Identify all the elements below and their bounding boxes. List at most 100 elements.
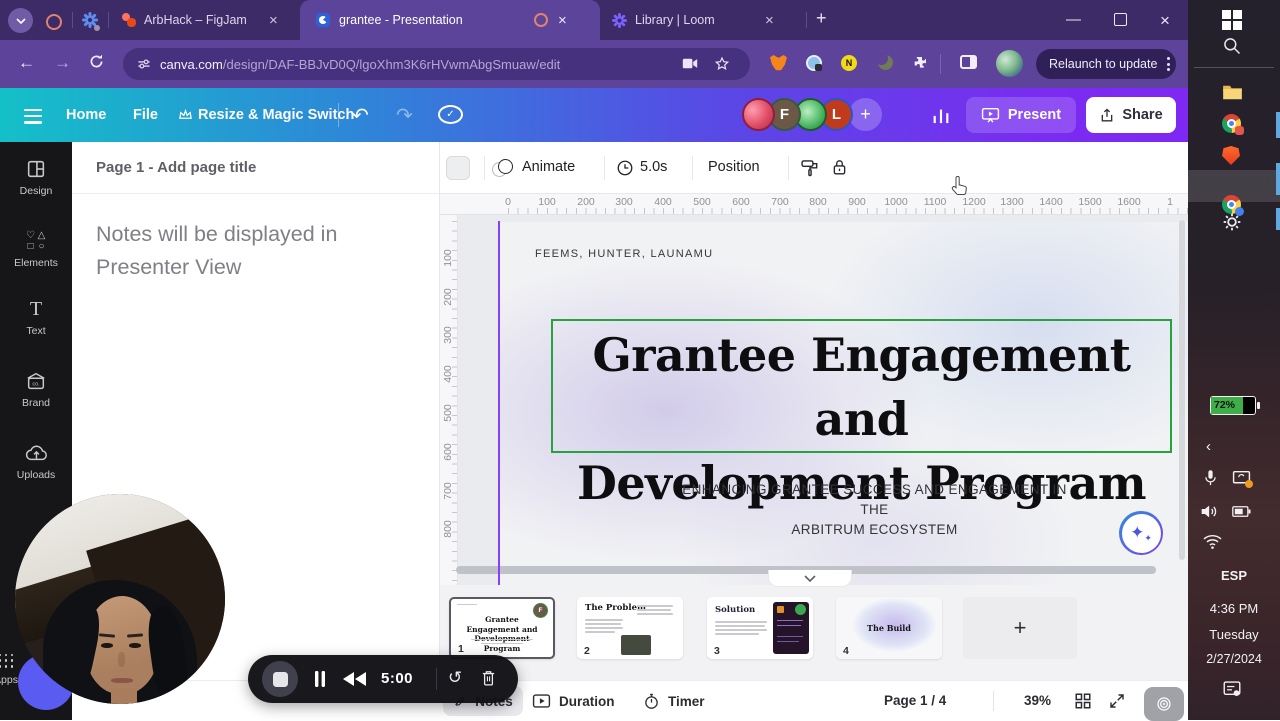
extension-fab[interactable] <box>1144 687 1184 721</box>
brave-icon[interactable] <box>1222 146 1240 165</box>
dark-mode-moon-icon[interactable] <box>875 52 893 70</box>
collapse-panel-tab[interactable] <box>768 570 852 587</box>
resize-magic-switch-menu[interactable]: Resize & Magic Switch <box>198 107 354 123</box>
forward-button[interactable]: → <box>54 53 71 73</box>
tray-expand-chevron[interactable]: ‹ <box>1206 438 1211 455</box>
tab-library-loom[interactable]: Library | Loom × <box>602 0 802 40</box>
file-explorer-icon[interactable] <box>1222 84 1243 101</box>
duration-icon <box>532 694 551 708</box>
notes-panel-header[interactable]: Page 1 - Add page title <box>72 142 439 194</box>
thumbnail-page-1[interactable]: F Grantee Engagement and Development Pro… <box>449 597 555 659</box>
page-duration-button[interactable]: 5.0s <box>640 159 667 175</box>
home-menu[interactable]: Home <box>66 107 106 123</box>
language-indicator[interactable]: ESP <box>1188 568 1280 583</box>
fab-icon <box>1157 697 1171 711</box>
reload-button[interactable] <box>88 53 105 70</box>
webcam-preview[interactable] <box>15 494 225 704</box>
duration-button[interactable]: Duration <box>532 686 615 716</box>
tab-grantee-presentation[interactable]: grantee - Presentation × <box>300 0 600 40</box>
stop-recording-button[interactable] <box>262 661 298 697</box>
sidebar-item-uploads[interactable]: Uploads <box>0 442 72 498</box>
window-restore-button[interactable] <box>1114 13 1127 26</box>
page-indicator[interactable]: Page 1 / 4 <box>884 693 946 708</box>
microphone-tray-icon[interactable] <box>1202 468 1219 488</box>
present-button[interactable]: Present <box>966 97 1076 133</box>
undo-icon[interactable]: ↶ <box>352 103 369 128</box>
notes-placeholder[interactable]: Notes will be displayed in Presenter Vie… <box>96 218 396 284</box>
relaunch-button[interactable]: Relaunch to update <box>1036 49 1176 79</box>
page-title-label[interactable]: Page 1 - Add page title <box>96 159 256 176</box>
fullscreen-icon[interactable] <box>1108 692 1126 710</box>
tab-close-icon[interactable]: × <box>269 13 278 28</box>
loom-ext-icon[interactable] <box>806 55 822 71</box>
share-button[interactable]: Share <box>1086 97 1176 133</box>
sidebar-item-elements[interactable]: ♡ △ □ ○ Elements <box>0 230 72 286</box>
chrome-icon[interactable] <box>1222 114 1244 135</box>
slide-subtitle[interactable]: ENHANCING GRANTEE SUCCESS AND ENGAGEMENT… <box>667 480 1082 540</box>
thumbnail-page-3[interactable]: Solution 3 <box>707 597 813 659</box>
zoom-level[interactable]: 39% <box>1024 693 1051 708</box>
n-extension-icon[interactable]: N <box>841 55 857 71</box>
sidebar-item-design[interactable]: Design <box>0 158 72 214</box>
add-page-button[interactable]: + <box>963 597 1077 659</box>
restart-recording-icon[interactable]: ↺ <box>448 668 462 688</box>
side-panel-icon[interactable] <box>960 55 977 69</box>
tab-camera-icon[interactable] <box>682 57 698 70</box>
tab-close-icon[interactable]: × <box>765 13 774 28</box>
start-button-icon[interactable] <box>1222 10 1242 30</box>
clock-time[interactable]: 4:36 PM <box>1188 601 1280 616</box>
background-color-swatch[interactable] <box>446 156 470 180</box>
metamask-extension-icon[interactable] <box>770 55 787 71</box>
collaborator-avatars[interactable]: F L + <box>742 98 882 131</box>
thumb-title: The Build <box>867 623 911 633</box>
redo-icon[interactable]: ↷ <box>396 103 413 128</box>
site-settings-icon[interactable] <box>137 57 151 71</box>
vertical-scrollbar[interactable] <box>1179 220 1185 560</box>
tab-close-icon[interactable]: × <box>558 13 567 28</box>
pause-icon[interactable] <box>314 671 326 687</box>
add-collaborator-button[interactable]: + <box>849 98 882 131</box>
battery-tray-icon[interactable] <box>1232 505 1251 518</box>
tab-arbhack-figjam[interactable]: ArbHack – FigJam × <box>114 0 298 40</box>
avatar-1[interactable] <box>742 98 775 131</box>
action-center-icon[interactable] <box>1222 680 1242 698</box>
horizontal-ruler[interactable]: 0 100 200 300 400 500 600 700 800 900 10… <box>440 194 1188 215</box>
slide-page-1[interactable]: FEEMS, HUNTER, LAUNAMU Grantee Engagemen… <box>499 222 1188 585</box>
thumbnail-page-4[interactable]: The Build 4 <box>836 597 942 659</box>
thumbnail-page-2[interactable]: The Problem 2 <box>577 597 683 659</box>
url-path: /design/DAF-BBJvD0Q/lgoXhm3K6rHVwmAbgSmu… <box>222 56 561 72</box>
animate-button[interactable]: Animate <box>522 159 575 175</box>
extensions-puzzle-icon[interactable] <box>912 55 928 71</box>
style-roller-icon[interactable] <box>800 158 820 178</box>
file-menu[interactable]: File <box>133 107 158 123</box>
delete-recording-icon[interactable] <box>480 669 497 688</box>
profile-avatar[interactable] <box>996 50 1023 77</box>
screen-share-tray-icon[interactable] <box>1232 470 1253 488</box>
position-button[interactable]: Position <box>708 159 760 175</box>
rewind-icon[interactable] <box>343 672 367 686</box>
menu-hamburger-icon[interactable] <box>24 109 42 124</box>
slide-kicker-text[interactable]: FEEMS, HUNTER, LAUNAMU <box>535 248 713 260</box>
new-tab-button[interactable]: + <box>816 8 827 29</box>
timer-button[interactable]: Timer <box>643 686 705 716</box>
browser-tab-strip: ArbHack – FigJam × grantee - Presentatio… <box>0 0 1188 40</box>
wifi-tray-icon[interactable] <box>1202 533 1223 550</box>
selected-title-box[interactable]: Grantee Engagement and Development Progr… <box>551 319 1172 510</box>
sidebar-item-text[interactable]: T Text <box>0 298 72 354</box>
speaker-tray-icon[interactable] <box>1200 503 1220 520</box>
settings-gear-icon[interactable] <box>1222 212 1242 232</box>
window-close-button[interactable]: × <box>1160 11 1170 31</box>
tab-search-button[interactable] <box>8 8 33 33</box>
magic-assistant-button[interactable]: ✦ ✦ <box>1119 511 1163 555</box>
address-bar[interactable]: canva.com/design/DAF-BBJvD0Q/lgoXhm3K6rH… <box>123 48 750 80</box>
bookmark-star-icon[interactable] <box>714 56 730 72</box>
browser-menu-icon[interactable] <box>1167 57 1171 71</box>
insights-chart-icon[interactable] <box>930 106 952 124</box>
back-button[interactable]: ← <box>18 53 35 73</box>
taskbar-search-icon[interactable] <box>1222 36 1242 56</box>
grid-view-icon[interactable] <box>1074 692 1092 710</box>
window-minimize-button[interactable]: — <box>1066 11 1081 28</box>
lock-icon[interactable] <box>830 157 849 178</box>
sidebar-item-brand[interactable]: co. Brand <box>0 370 72 426</box>
battery-widget[interactable]: 72% <box>1210 396 1260 415</box>
